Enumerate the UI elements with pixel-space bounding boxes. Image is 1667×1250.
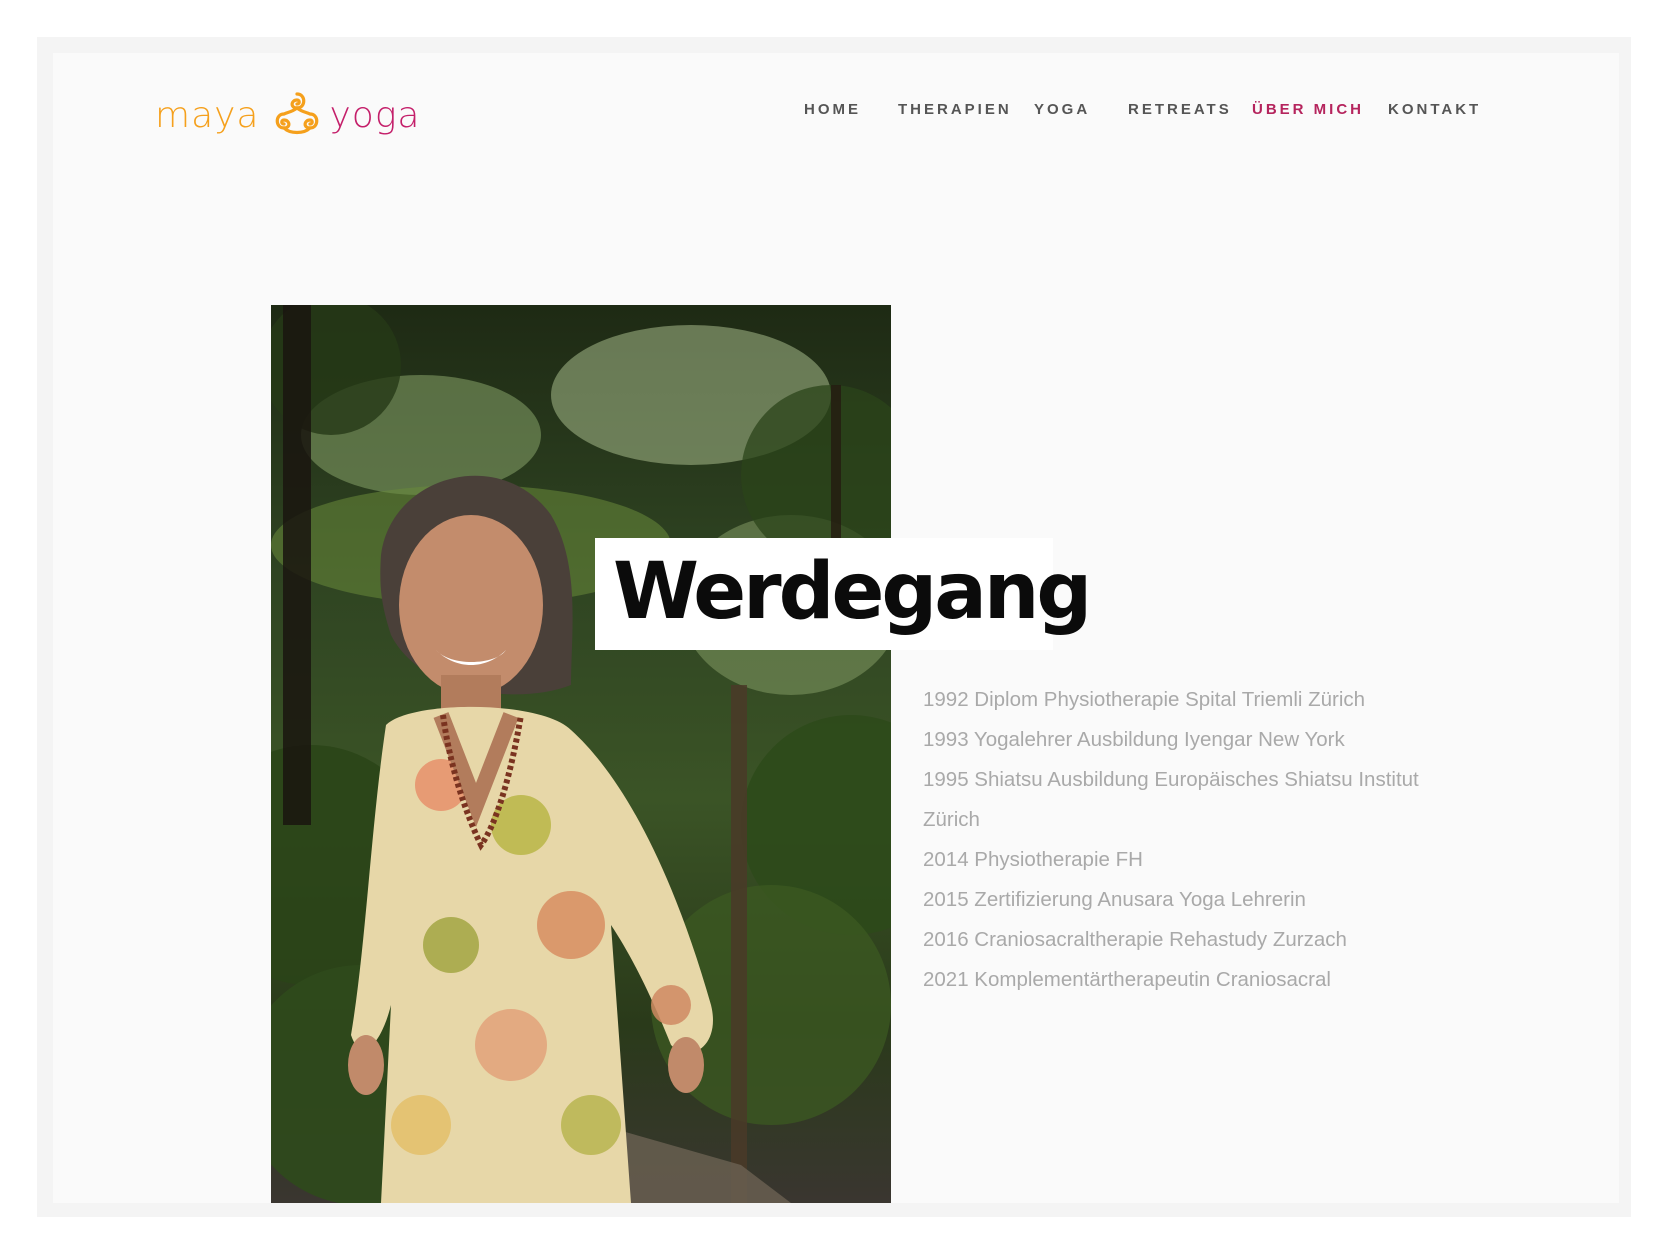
career-timeline: 1992 Diplom Physiotherapie Spital Trieml… (923, 680, 1483, 1000)
portrait-photo (271, 305, 891, 1203)
page-heading: Werdegang (613, 547, 1092, 637)
nav-home[interactable]: HOME (804, 95, 861, 125)
timeline-item: Zürich (923, 808, 980, 831)
nav-retreats[interactable]: RETREATS (1128, 95, 1232, 125)
page: maya yoga HOME THERAPIEN YOGA RETREATS Ü… (53, 53, 1619, 1203)
nav-ueber-mich[interactable]: ÜBER MICH (1252, 95, 1364, 125)
timeline-item: 2014 Physiotherapie FH (923, 848, 1143, 871)
timeline-item: 2021 Komplementärtherapeutin Craniosacra… (923, 968, 1331, 991)
nav-kontakt[interactable]: KONTAKT (1388, 95, 1481, 125)
nav-therapien[interactable]: THERAPIEN (898, 95, 1012, 125)
timeline-item: 1993 Yogalehrer Ausbildung Iyengar New Y… (923, 728, 1345, 751)
timeline-item: 1995 Shiatsu Ausbildung Europäisches Shi… (923, 768, 1419, 791)
main-nav: HOME THERAPIEN YOGA RETREATS ÜBER MICH K… (53, 95, 1619, 125)
timeline-item: 2016 Craniosacraltherapie Rehastudy Zurz… (923, 928, 1347, 951)
timeline-item: 2015 Zertifizierung Anusara Yoga Lehreri… (923, 888, 1306, 911)
timeline-item: 1992 Diplom Physiotherapie Spital Trieml… (923, 688, 1366, 711)
nav-yoga[interactable]: YOGA (1034, 95, 1090, 125)
heading-box: Werdegang (595, 538, 1092, 650)
